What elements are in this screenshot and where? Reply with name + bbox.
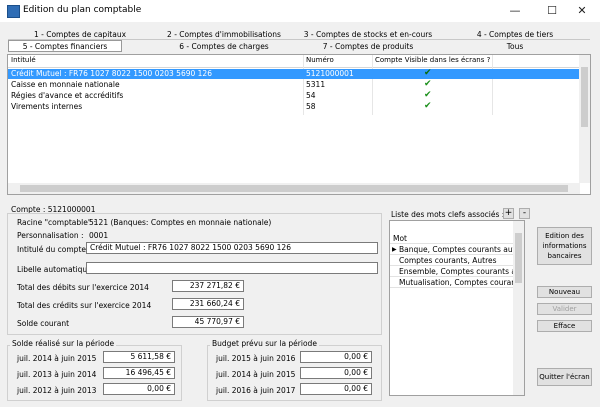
accounts-grid[interactable]: Intitulé Numéro Compte Visible dans les … bbox=[7, 54, 591, 195]
tab-tiers[interactable]: 4 - Comptes de tiers bbox=[440, 29, 590, 40]
scroll-thumb[interactable] bbox=[515, 233, 522, 283]
tab-immobilisations[interactable]: 2 - Comptes d'immobilisations bbox=[152, 29, 296, 40]
solde-label: Solde courant bbox=[17, 319, 70, 328]
grid-vertical-scrollbar[interactable] bbox=[579, 55, 590, 183]
solde-period-label: juil. 2012 à juin 2013 bbox=[17, 386, 97, 395]
cell-intitule: Caisse en monnaie nationale bbox=[11, 80, 120, 89]
budget-period-field[interactable]: 0,00 € bbox=[300, 351, 372, 363]
keywords-header[interactable]: Mot bbox=[390, 233, 514, 244]
app-icon bbox=[7, 5, 20, 18]
keywords-list[interactable]: Mot ▶ Banque, Comptes courants autres Co… bbox=[389, 220, 525, 396]
intitule-field[interactable]: Crédit Mutuel : FR76 1027 8022 1500 0203… bbox=[86, 242, 378, 254]
solde-period-label: juil. 2013 à juin 2014 bbox=[17, 370, 97, 379]
edition-bancaire-button[interactable]: Edition des informations bancaires bbox=[537, 227, 592, 265]
keywords-scrollbar[interactable] bbox=[513, 221, 524, 395]
credits-label: Total des crédits sur l'exercice 2014 bbox=[17, 301, 152, 310]
keywords-title: Liste des mots clefs associés : bbox=[391, 210, 505, 219]
list-item[interactable]: Mutualisation, Comptes courants autres bbox=[390, 277, 524, 288]
cell-intitule: Crédit Mutuel : FR76 1027 8022 1500 0203… bbox=[11, 69, 212, 78]
intitule-label: Intitulé du compte : bbox=[17, 245, 91, 254]
table-row[interactable]: Virements internes 58 ✔ bbox=[8, 101, 580, 112]
budget-period-label: juil. 2014 à juin 2015 bbox=[216, 370, 296, 379]
list-item[interactable]: Comptes courants, Autres bbox=[390, 255, 514, 266]
row-pointer-icon: ▶ bbox=[392, 246, 397, 253]
tab-capitaux[interactable]: 1 - Comptes de capitaux bbox=[8, 29, 152, 40]
keyword-text: Ensemble, Comptes courants autres bbox=[399, 267, 525, 276]
budget-periode-title: Budget prévu sur la période bbox=[210, 339, 319, 348]
quitter-button[interactable]: Quitter l'écran bbox=[537, 368, 592, 386]
nouveau-button[interactable]: Nouveau bbox=[537, 286, 592, 298]
perso-label: Personnalisation : bbox=[17, 231, 84, 240]
tab-financiers[interactable]: 5 - Comptes financiers bbox=[8, 40, 122, 52]
table-row[interactable]: Caisse en monnaie nationale 5311 ✔ bbox=[8, 79, 580, 90]
keyword-text: Banque, Comptes courants autres bbox=[399, 245, 525, 254]
solde-period-field[interactable]: 5 611,58 € bbox=[103, 351, 175, 363]
minimize-button[interactable]: — bbox=[500, 2, 530, 20]
header-intitule[interactable]: Intitulé bbox=[11, 56, 36, 64]
header-numero[interactable]: Numéro bbox=[306, 56, 334, 64]
tab-tous[interactable]: Tous bbox=[440, 41, 590, 52]
scroll-thumb[interactable] bbox=[20, 185, 568, 192]
table-row[interactable]: Crédit Mutuel : FR76 1027 8022 1500 0203… bbox=[8, 68, 580, 79]
header-visible[interactable]: Compte Visible dans les écrans ? bbox=[375, 56, 490, 64]
visible-check-icon[interactable]: ✔ bbox=[424, 90, 432, 100]
solde-period-field[interactable]: 16 496,45 € bbox=[103, 367, 175, 379]
debits-label: Total des débits sur l'exercice 2014 bbox=[17, 283, 149, 292]
cell-numero: 58 bbox=[306, 102, 316, 111]
scroll-thumb[interactable] bbox=[581, 67, 588, 127]
tab-produits[interactable]: 7 - Comptes de produits bbox=[296, 41, 440, 52]
racine-value: 5121 (Banques: Comptes en monnaie nation… bbox=[89, 218, 272, 227]
close-button[interactable]: ✕ bbox=[567, 2, 597, 20]
budget-period-field[interactable]: 0,00 € bbox=[300, 383, 372, 395]
tab-stocks[interactable]: 3 - Comptes de stocks et en-cours bbox=[296, 29, 440, 40]
cell-numero: 5311 bbox=[306, 80, 326, 89]
libelle-label: Libelle automatique : bbox=[17, 265, 97, 274]
budget-period-label: juil. 2016 à juin 2017 bbox=[216, 386, 296, 395]
cell-numero: 54 bbox=[306, 91, 316, 100]
keyword-text: Comptes courants, Autres bbox=[399, 256, 497, 265]
keyword-text: Mutualisation, Comptes courants autres bbox=[399, 278, 524, 287]
perso-value: 0001 bbox=[89, 231, 109, 240]
table-row[interactable]: Régies d'avance et accréditifs 54 ✔ bbox=[8, 90, 580, 101]
cell-numero: 5121000001 bbox=[306, 69, 354, 78]
solde-field[interactable]: 45 770,97 € bbox=[172, 316, 244, 328]
credits-field[interactable]: 231 660,24 € bbox=[172, 298, 244, 310]
maximize-button[interactable]: ☐ bbox=[537, 2, 567, 20]
racine-label: Racine "comptable" : bbox=[17, 218, 97, 227]
list-item[interactable]: Ensemble, Comptes courants autres bbox=[390, 266, 524, 277]
visible-check-icon[interactable]: ✔ bbox=[424, 68, 432, 78]
cell-intitule: Virements internes bbox=[11, 102, 83, 111]
budget-period-field[interactable]: 0,00 € bbox=[300, 367, 372, 379]
visible-check-icon[interactable]: ✔ bbox=[424, 79, 432, 89]
cell-intitule: Régies d'avance et accréditifs bbox=[11, 91, 124, 100]
list-item[interactable]: ▶ Banque, Comptes courants autres bbox=[390, 244, 524, 255]
remove-keyword-button[interactable]: - bbox=[519, 208, 530, 219]
valider-button[interactable]: Valider bbox=[537, 303, 592, 315]
title-bar: Edition du plan comptable — ☐ ✕ bbox=[0, 0, 600, 22]
solde-period-label: juil. 2014 à juin 2015 bbox=[17, 354, 97, 363]
budget-period-label: juil. 2015 à juin 2016 bbox=[216, 354, 296, 363]
debits-field[interactable]: 237 271,82 € bbox=[172, 280, 244, 292]
solde-period-field[interactable]: 0,00 € bbox=[103, 383, 175, 395]
window-title: Edition du plan comptable bbox=[23, 5, 142, 15]
efface-button[interactable]: Efface bbox=[537, 320, 592, 332]
grid-header: Intitulé Numéro Compte Visible dans les … bbox=[8, 55, 580, 68]
tab-charges[interactable]: 6 - Comptes de charges bbox=[152, 41, 296, 52]
grid-horizontal-scrollbar[interactable] bbox=[8, 183, 580, 194]
visible-check-icon[interactable]: ✔ bbox=[424, 101, 432, 111]
add-keyword-button[interactable]: + bbox=[503, 208, 514, 219]
solde-periode-title: Solde réalisé sur la période bbox=[10, 339, 117, 348]
libelle-field[interactable] bbox=[86, 262, 378, 274]
